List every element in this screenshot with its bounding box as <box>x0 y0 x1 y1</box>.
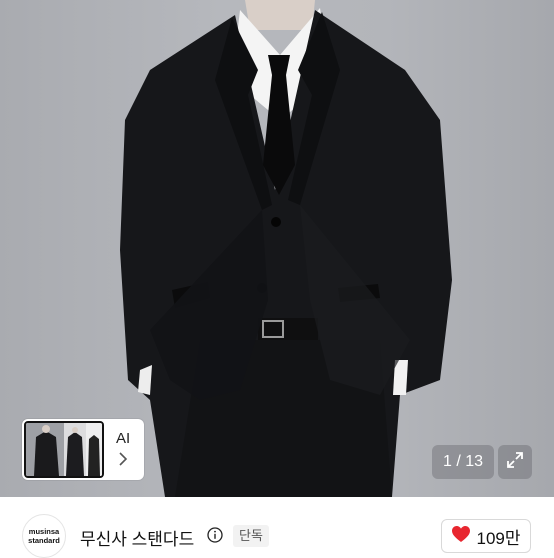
like-button[interactable]: 109만 <box>441 519 531 553</box>
brand-name[interactable]: 무신사 스탠다드 <box>80 525 194 550</box>
thumbnail-images <box>26 423 102 476</box>
heart-icon <box>451 525 471 548</box>
ai-label: AI <box>116 430 131 447</box>
chevron-right-icon <box>118 452 128 469</box>
expand-button[interactable] <box>498 445 532 479</box>
info-icon[interactable] <box>207 527 223 543</box>
exclusive-badge: 단독 <box>233 525 269 547</box>
like-count: 109만 <box>476 528 521 548</box>
ai-fitting-button[interactable]: AI <box>22 419 144 480</box>
logo-line1: musinsa <box>28 527 60 536</box>
logo-line2: standard <box>28 536 60 545</box>
expand-icon <box>505 450 525 475</box>
image-counter: 1 / 13 <box>432 445 494 479</box>
ai-thumbnails <box>24 421 104 478</box>
brand-logo[interactable]: musinsa standard <box>22 514 66 558</box>
